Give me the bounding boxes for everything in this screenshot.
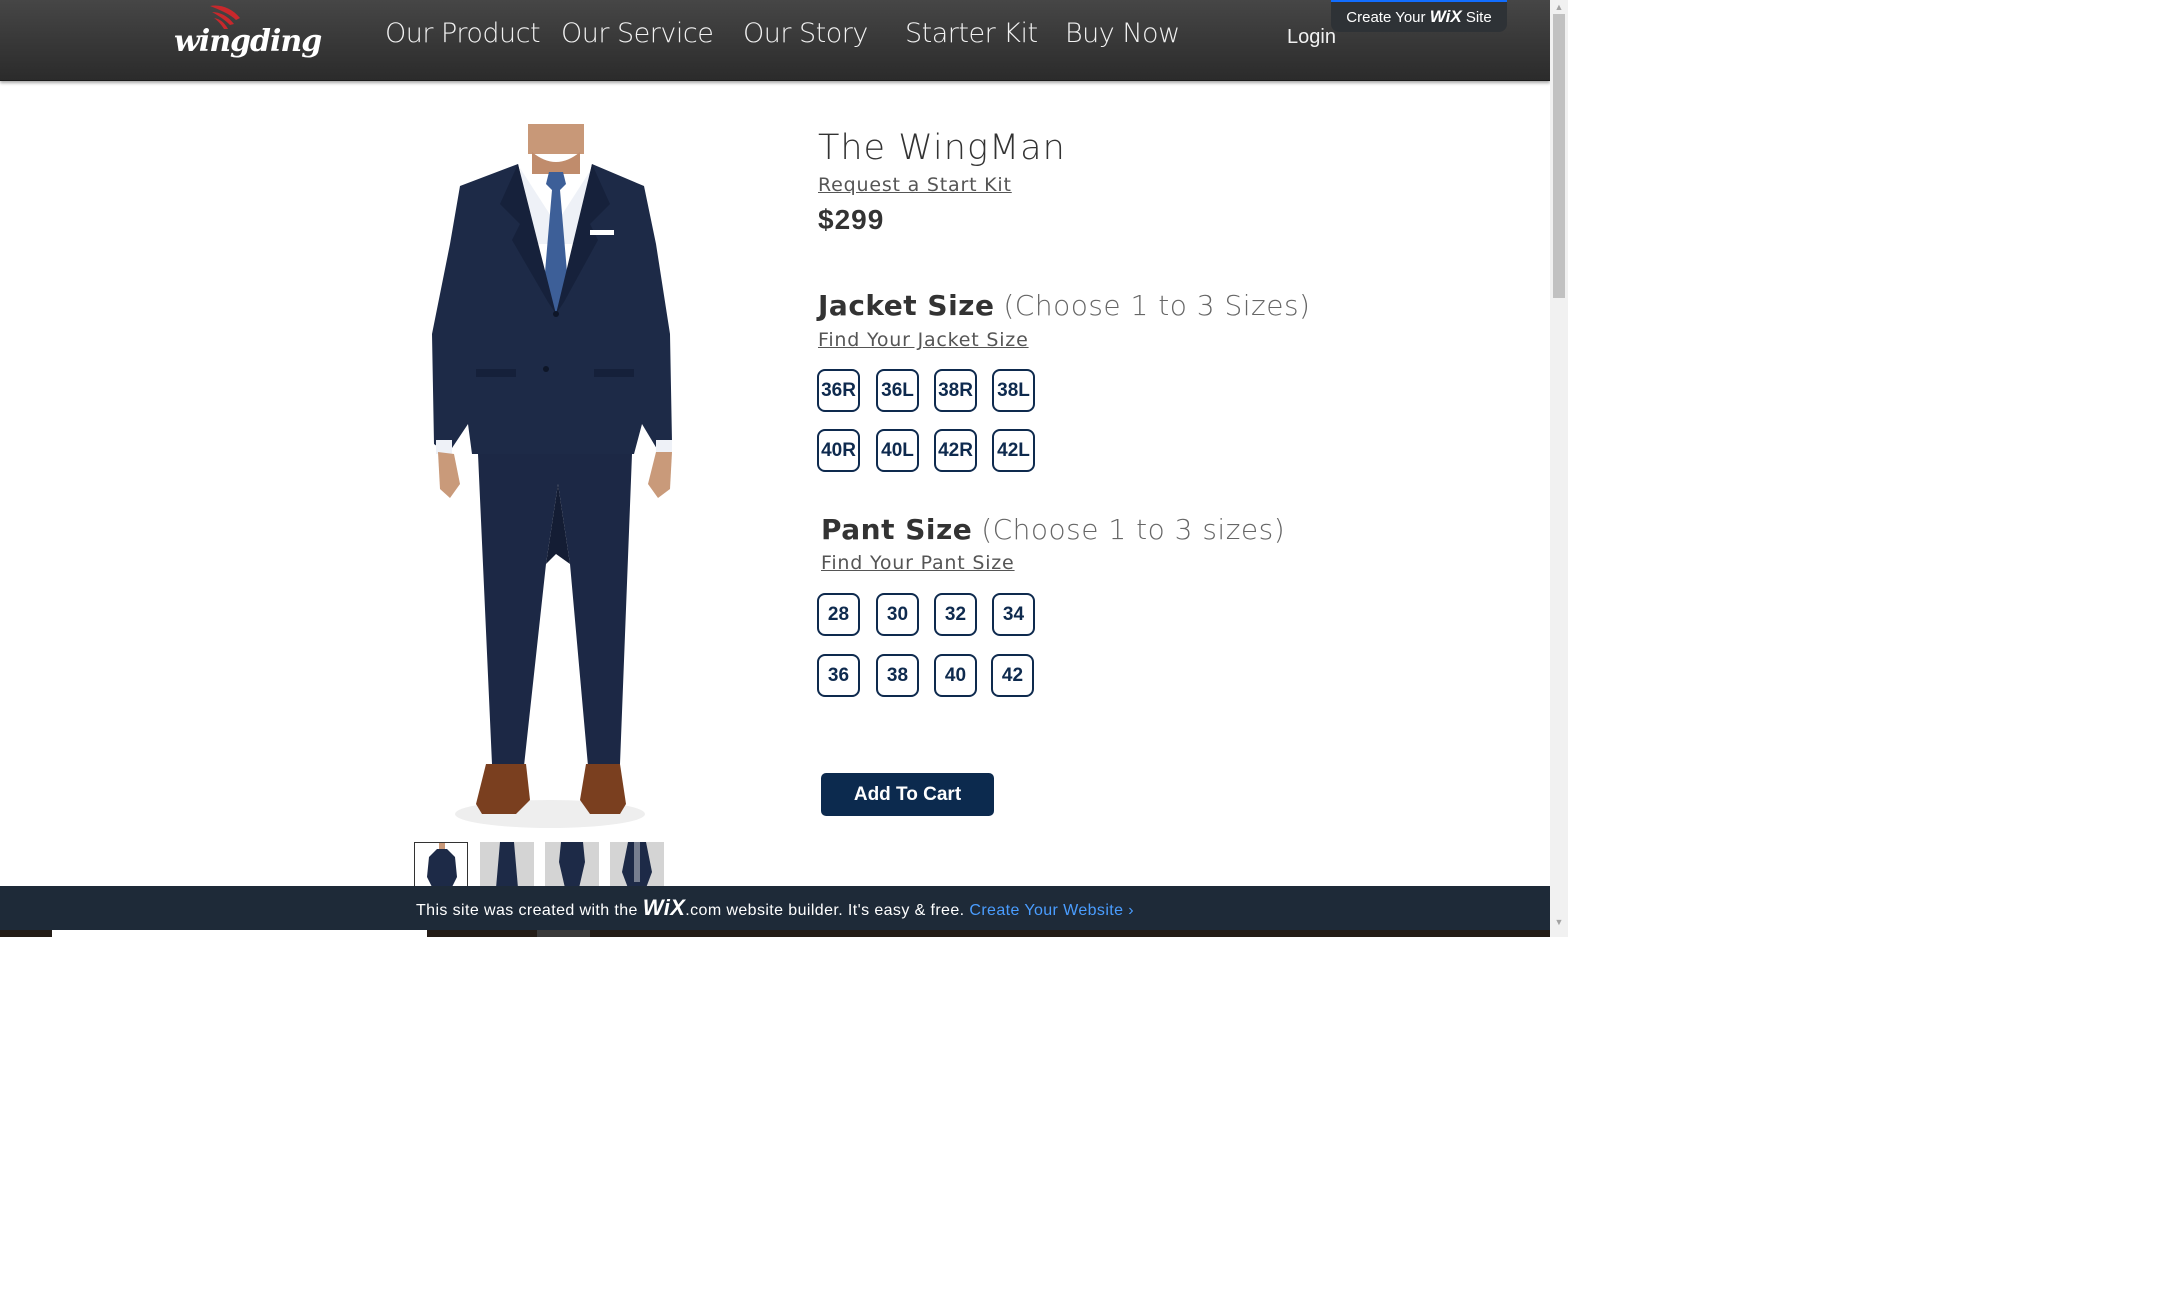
wix-create-brand: WiX: [1429, 7, 1462, 26]
thumbnail-suit-icon: [622, 842, 652, 888]
pant-size-title: Pant Size: [821, 513, 973, 546]
pant-size-40[interactable]: 40: [934, 654, 977, 697]
wix-ad-banner: This site was created with the WiX.com w…: [0, 886, 1550, 930]
scroll-down-arrow-icon[interactable]: ▼: [1553, 917, 1565, 927]
jacket-size-heading: Jacket Size (Choose 1 to 3 Sizes): [818, 289, 1310, 322]
jacket-size-40l[interactable]: 40L: [876, 429, 919, 472]
pant-size-42[interactable]: 42: [991, 654, 1034, 697]
pant-size-heading: Pant Size (Choose 1 to 3 sizes): [821, 513, 1285, 546]
jacket-size-36r[interactable]: 36R: [817, 369, 860, 412]
nav-buy-now[interactable]: Buy Now: [1065, 18, 1180, 49]
wix-banner-brand: WiX: [642, 895, 686, 920]
wingding-logo[interactable]: wingding: [172, 4, 322, 70]
wix-create-prefix: Create Your: [1346, 9, 1426, 26]
request-start-kit-link[interactable]: Request a Start Kit: [818, 174, 1012, 196]
thumbnail-2[interactable]: [480, 842, 534, 888]
thumbnail-4[interactable]: [610, 842, 664, 888]
find-jacket-size-link[interactable]: Find Your Jacket Size: [818, 329, 1029, 351]
add-to-cart-button[interactable]: Add To Cart: [821, 773, 994, 816]
nav-starter-kit[interactable]: Starter Kit: [905, 18, 1038, 49]
create-wix-site-button[interactable]: Create Your WiX Site: [1331, 0, 1507, 32]
product-image-suit: [432, 124, 672, 828]
bottom-strip-block: [537, 930, 590, 937]
product-title: The WingMan: [818, 128, 1066, 168]
pant-size-32[interactable]: 32: [934, 593, 977, 636]
product-price: $299: [818, 204, 885, 235]
scrollbar-thumb[interactable]: [1553, 14, 1565, 298]
thumbnail-suit-icon: [496, 842, 518, 888]
wix-banner-text-after: .com website builder. It's easy & free.: [685, 902, 965, 919]
jacket-size-title: Jacket Size: [818, 289, 995, 322]
jacket-size-42r[interactable]: 42R: [934, 429, 977, 472]
jacket-size-36l[interactable]: 36L: [876, 369, 919, 412]
logo-text: wingding: [174, 24, 322, 59]
pant-size-30[interactable]: 30: [876, 593, 919, 636]
thumbnail-1[interactable]: [414, 842, 468, 888]
bottom-strip-panel: [52, 930, 427, 937]
pant-size-38[interactable]: 38: [876, 654, 919, 697]
pant-size-note: (Choose 1 to 3 sizes): [981, 513, 1286, 546]
nav-our-story[interactable]: Our Story: [743, 18, 868, 49]
site-header: wingding Our Product Our Service Our Sto…: [0, 0, 1550, 81]
jacket-size-38r[interactable]: 38R: [934, 369, 977, 412]
jacket-size-42l[interactable]: 42L: [992, 429, 1035, 472]
bottom-strip: [0, 930, 1550, 937]
create-your-website-link[interactable]: Create Your Website ›: [969, 902, 1134, 919]
login-link[interactable]: Login: [1287, 26, 1336, 49]
jacket-size-38l[interactable]: 38L: [992, 369, 1035, 412]
jacket-size-note: (Choose 1 to 3 Sizes): [1003, 289, 1311, 322]
jacket-size-40r[interactable]: 40R: [817, 429, 860, 472]
scroll-up-arrow-icon[interactable]: ▲: [1553, 2, 1565, 12]
pant-size-34[interactable]: 34: [992, 593, 1035, 636]
pant-size-28[interactable]: 28: [817, 593, 860, 636]
thumbnail-suit-icon: [559, 842, 585, 888]
wix-create-suffix: Site: [1465, 9, 1492, 26]
pant-size-36[interactable]: 36: [817, 654, 860, 697]
nav-our-product[interactable]: Our Product: [385, 18, 541, 49]
wix-banner-text-before: This site was created with the: [415, 902, 638, 919]
find-pant-size-link[interactable]: Find Your Pant Size: [821, 552, 1015, 574]
thumbnail-suit-icon: [427, 843, 457, 887]
thumbnail-3[interactable]: [545, 842, 599, 888]
nav-our-service[interactable]: Our Service: [561, 18, 714, 49]
